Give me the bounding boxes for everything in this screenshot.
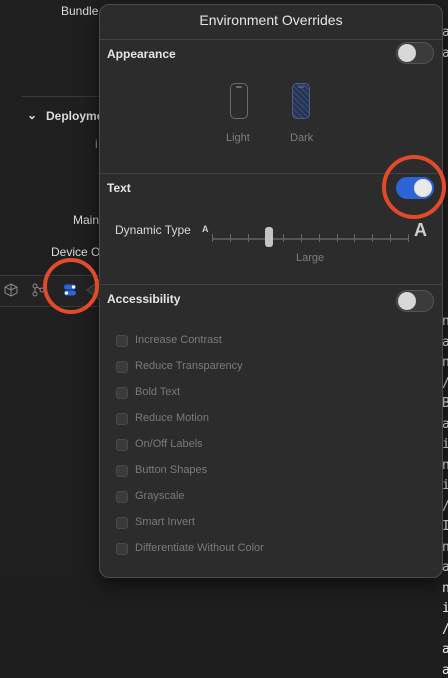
small-text-glyph: A: [202, 224, 209, 234]
slider-tick: [283, 234, 285, 242]
cube-icon[interactable]: [4, 283, 18, 297]
checkbox[interactable]: [116, 517, 128, 529]
annotation-circle: [43, 258, 99, 314]
checkbox[interactable]: [116, 413, 128, 425]
annotation-circle: [382, 155, 446, 219]
appearance-toggle[interactable]: [396, 42, 434, 64]
popover-title: Environment Overrides: [199, 12, 343, 28]
device-label: Device O: [51, 245, 101, 259]
checkbox-label: On/Off Labels: [135, 438, 203, 450]
slider-tick: [407, 234, 409, 242]
chevron-down-icon[interactable]: ⌄: [27, 108, 37, 122]
divider: [100, 284, 442, 285]
slider-tick: [354, 234, 356, 242]
slider-tick: [372, 234, 374, 242]
main-label: Main: [73, 213, 100, 227]
dynamic-type-label: Dynamic Type: [115, 223, 191, 237]
checkbox-label: Bold Text: [135, 386, 181, 398]
terminal-char: a: [442, 642, 448, 657]
checkbox-label: Reduce Transparency: [135, 360, 243, 372]
checkbox-label: Smart Invert: [135, 516, 195, 528]
checkbox-label: Reduce Motion: [135, 412, 209, 424]
appearance-title: Appearance: [107, 47, 176, 61]
slider-tick: [229, 234, 231, 242]
notch: [236, 86, 242, 88]
text-title: Text: [107, 181, 131, 195]
environment-overrides-popover: Environment Overrides Appearance Light D…: [99, 4, 443, 578]
terminal-char: a: [442, 662, 448, 678]
info-glyph: i: [95, 137, 98, 151]
deployment-label: Deployme: [46, 109, 104, 123]
slider-tick: [301, 234, 302, 242]
toggle-knob: [398, 292, 416, 310]
accessibility-toggle[interactable]: [396, 290, 434, 312]
light-label: Light: [226, 132, 250, 144]
divider: [22, 96, 102, 97]
checkbox-label: Grayscale: [135, 490, 185, 502]
dynamic-type-value: Large: [296, 252, 325, 264]
checkbox[interactable]: [116, 387, 128, 399]
checkbox[interactable]: [116, 465, 128, 477]
checkbox[interactable]: [116, 543, 128, 555]
slider-tick: [212, 234, 213, 242]
checkbox[interactable]: [116, 439, 128, 451]
accessibility-title: Accessibility: [107, 292, 181, 306]
checkbox-label: Differentiate Without Color: [135, 542, 264, 554]
toggle-knob: [398, 44, 416, 62]
dynamic-type-slider-track[interactable]: [212, 238, 408, 240]
checkbox[interactable]: [116, 491, 128, 503]
notch: [298, 86, 304, 88]
slider-tick: [390, 234, 391, 242]
terminal-char: i: [442, 601, 448, 616]
divider: [100, 39, 442, 40]
slider-tick: [318, 234, 320, 242]
dark-phone-icon[interactable]: [292, 83, 310, 119]
slider-tick: [336, 234, 338, 242]
terminal-char: /: [442, 622, 448, 637]
large-text-glyph: A: [414, 220, 427, 240]
checkbox[interactable]: [116, 361, 128, 373]
dynamic-type-slider-thumb[interactable]: [265, 227, 273, 247]
checkbox-label: Increase Contrast: [135, 334, 222, 346]
light-phone-icon[interactable]: [230, 83, 248, 119]
terminal-char: n: [442, 580, 448, 596]
slider-tick: [247, 234, 249, 242]
checkbox-label: Button Shapes: [135, 464, 208, 476]
checkbox[interactable]: [116, 335, 128, 347]
dark-label: Dark: [290, 132, 314, 144]
bundle-label: Bundle: [61, 4, 99, 18]
